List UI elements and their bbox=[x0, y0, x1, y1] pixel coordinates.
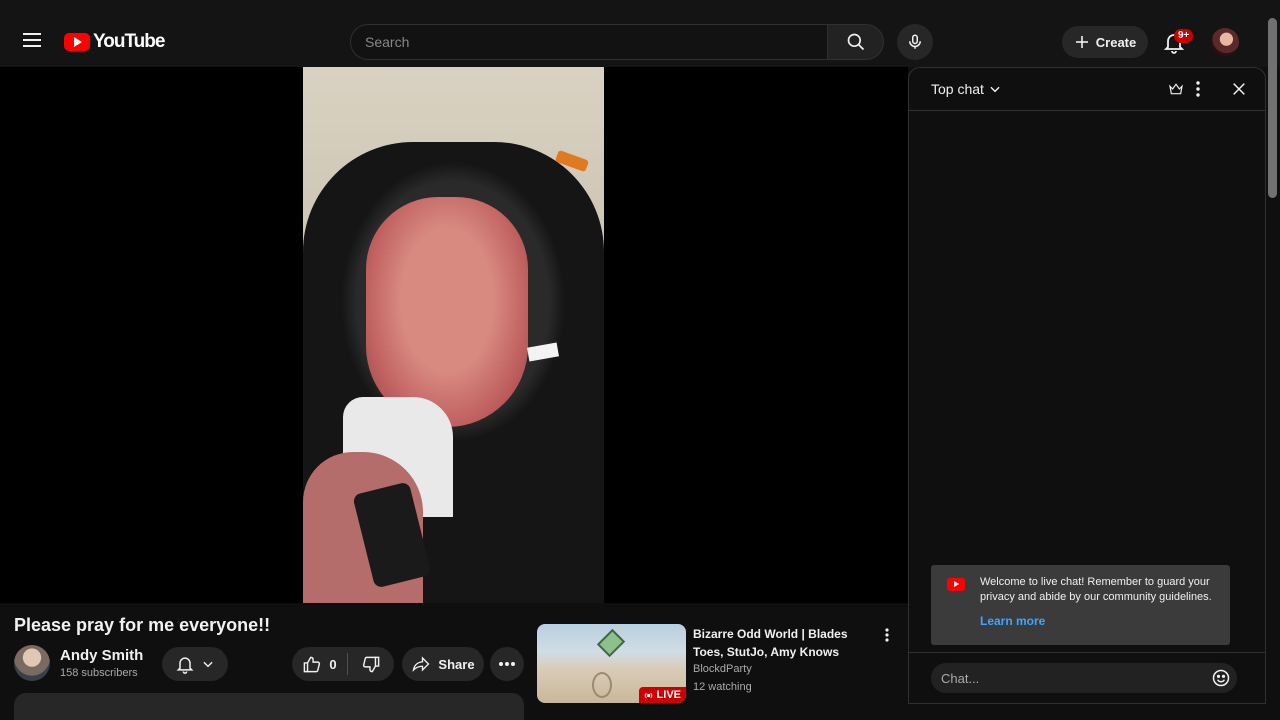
youtube-play-icon bbox=[947, 578, 965, 591]
voice-search-button[interactable] bbox=[897, 24, 933, 60]
chat-input-area bbox=[909, 652, 1265, 704]
page-scrollbar[interactable] bbox=[1268, 18, 1277, 198]
like-count: 0 bbox=[329, 656, 337, 672]
search-icon bbox=[847, 33, 864, 51]
recommended-video-menu-button[interactable] bbox=[878, 626, 896, 644]
share-icon bbox=[412, 656, 430, 672]
close-icon[interactable] bbox=[1231, 81, 1247, 97]
bell-icon bbox=[176, 657, 194, 674]
like-button[interactable]: 0 bbox=[292, 647, 347, 681]
chat-mode-label: Top chat bbox=[931, 81, 984, 97]
microphone-icon bbox=[909, 34, 921, 49]
like-dislike-group: 0 bbox=[292, 647, 394, 681]
create-button[interactable]: Create bbox=[1062, 26, 1148, 58]
welcome-text: Welcome to live chat! Remember to guard … bbox=[980, 576, 1212, 603]
logo-text: YouTube bbox=[93, 31, 165, 52]
menu-icon[interactable] bbox=[20, 29, 44, 53]
channel-name[interactable]: Andy Smith bbox=[60, 647, 143, 664]
youtube-logo[interactable]: YouTube bbox=[64, 30, 165, 54]
video-player[interactable] bbox=[0, 67, 908, 603]
crown-icon[interactable] bbox=[1168, 81, 1184, 97]
more-vertical-icon bbox=[885, 628, 889, 642]
description-box[interactable] bbox=[14, 693, 524, 720]
chat-options-icon[interactable] bbox=[1196, 81, 1200, 97]
chat-header: Top chat bbox=[909, 68, 1265, 111]
top-bar: YouTube Create 9+ bbox=[0, 0, 1280, 67]
search-input[interactable] bbox=[350, 24, 827, 60]
thumbs-up-icon bbox=[304, 656, 321, 672]
dislike-button[interactable] bbox=[348, 647, 394, 681]
thumbnail-footprint-shape bbox=[592, 672, 612, 698]
live-chat-panel: Top chat Welcome to live chat! Remember … bbox=[908, 67, 1266, 704]
emoji-icon[interactable] bbox=[1211, 668, 1231, 688]
search-bar bbox=[350, 24, 884, 60]
recommended-channel-name[interactable]: BlockdParty bbox=[693, 663, 752, 675]
live-badge: LIVE bbox=[638, 687, 686, 703]
recommended-video-thumbnail[interactable]: LIVE bbox=[537, 624, 686, 703]
learn-more-link[interactable]: Learn more bbox=[980, 614, 1045, 628]
chat-welcome-message: Welcome to live chat! Remember to guard … bbox=[931, 565, 1230, 645]
chevron-down-icon bbox=[203, 661, 213, 668]
chevron-down-icon bbox=[990, 86, 1000, 93]
notification-count-badge: 9+ bbox=[1174, 29, 1194, 43]
subscription-notifications-button[interactable] bbox=[162, 647, 228, 681]
account-avatar[interactable] bbox=[1211, 28, 1239, 56]
more-actions-button[interactable] bbox=[490, 647, 524, 681]
video-frame bbox=[303, 67, 604, 603]
create-label: Create bbox=[1095, 34, 1137, 50]
youtube-play-icon bbox=[64, 33, 90, 51]
plus-icon bbox=[1075, 36, 1088, 48]
share-label: Share bbox=[438, 656, 475, 672]
thumbnail-sign-shape bbox=[596, 628, 626, 658]
share-button[interactable]: Share bbox=[402, 647, 484, 681]
live-broadcast-icon bbox=[644, 692, 652, 698]
recommended-video-title[interactable]: Bizarre Odd World | Blades Toes, StutJo,… bbox=[693, 625, 861, 661]
recommended-watching-count: 12 watching bbox=[693, 681, 752, 693]
chat-input[interactable] bbox=[931, 663, 1237, 693]
video-face-shape bbox=[366, 197, 528, 427]
live-label: LIVE bbox=[656, 689, 681, 701]
subscriber-count: 158 subscribers bbox=[60, 667, 138, 679]
thumbs-down-icon bbox=[362, 656, 379, 672]
more-horizontal-icon bbox=[499, 662, 515, 666]
chat-mode-dropdown[interactable]: Top chat bbox=[931, 81, 1002, 97]
video-title: Please pray for me everyone!! bbox=[14, 615, 271, 635]
search-button[interactable] bbox=[827, 24, 884, 60]
channel-avatar[interactable] bbox=[14, 645, 50, 681]
